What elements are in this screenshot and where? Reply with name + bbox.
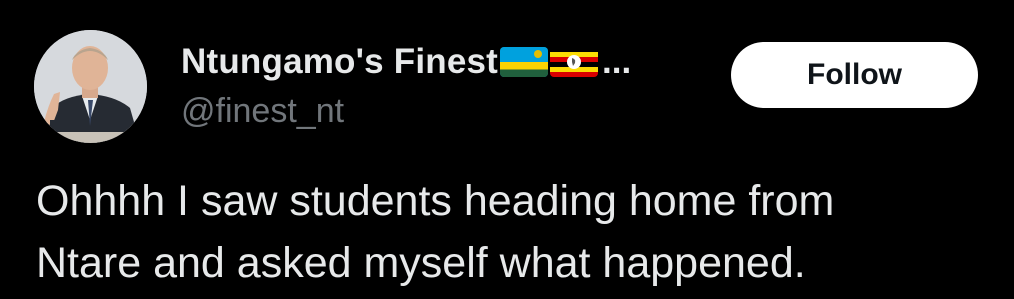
avatar[interactable] (34, 30, 147, 143)
avatar-image (34, 30, 147, 143)
display-name-row[interactable]: Ntungamo's Finest ... (181, 40, 631, 84)
tweet-text-line: Ntare and asked myself what happened. (36, 239, 806, 287)
tweet-text-line: Ohhhh I saw students heading home from (36, 177, 835, 225)
author-handle[interactable]: @finest_nt (181, 92, 344, 131)
tweet: Ntungamo's Finest ... @finest_nt Follow … (0, 0, 1014, 299)
display-name[interactable]: Ntungamo's Finest (181, 42, 498, 82)
uganda-flag-icon (550, 47, 599, 77)
name-truncation: ... (602, 42, 632, 81)
rwanda-flag-icon (500, 47, 549, 77)
follow-button[interactable]: Follow (731, 42, 978, 108)
tweet-text: Ohhhh I saw students heading home from N… (36, 170, 1014, 294)
